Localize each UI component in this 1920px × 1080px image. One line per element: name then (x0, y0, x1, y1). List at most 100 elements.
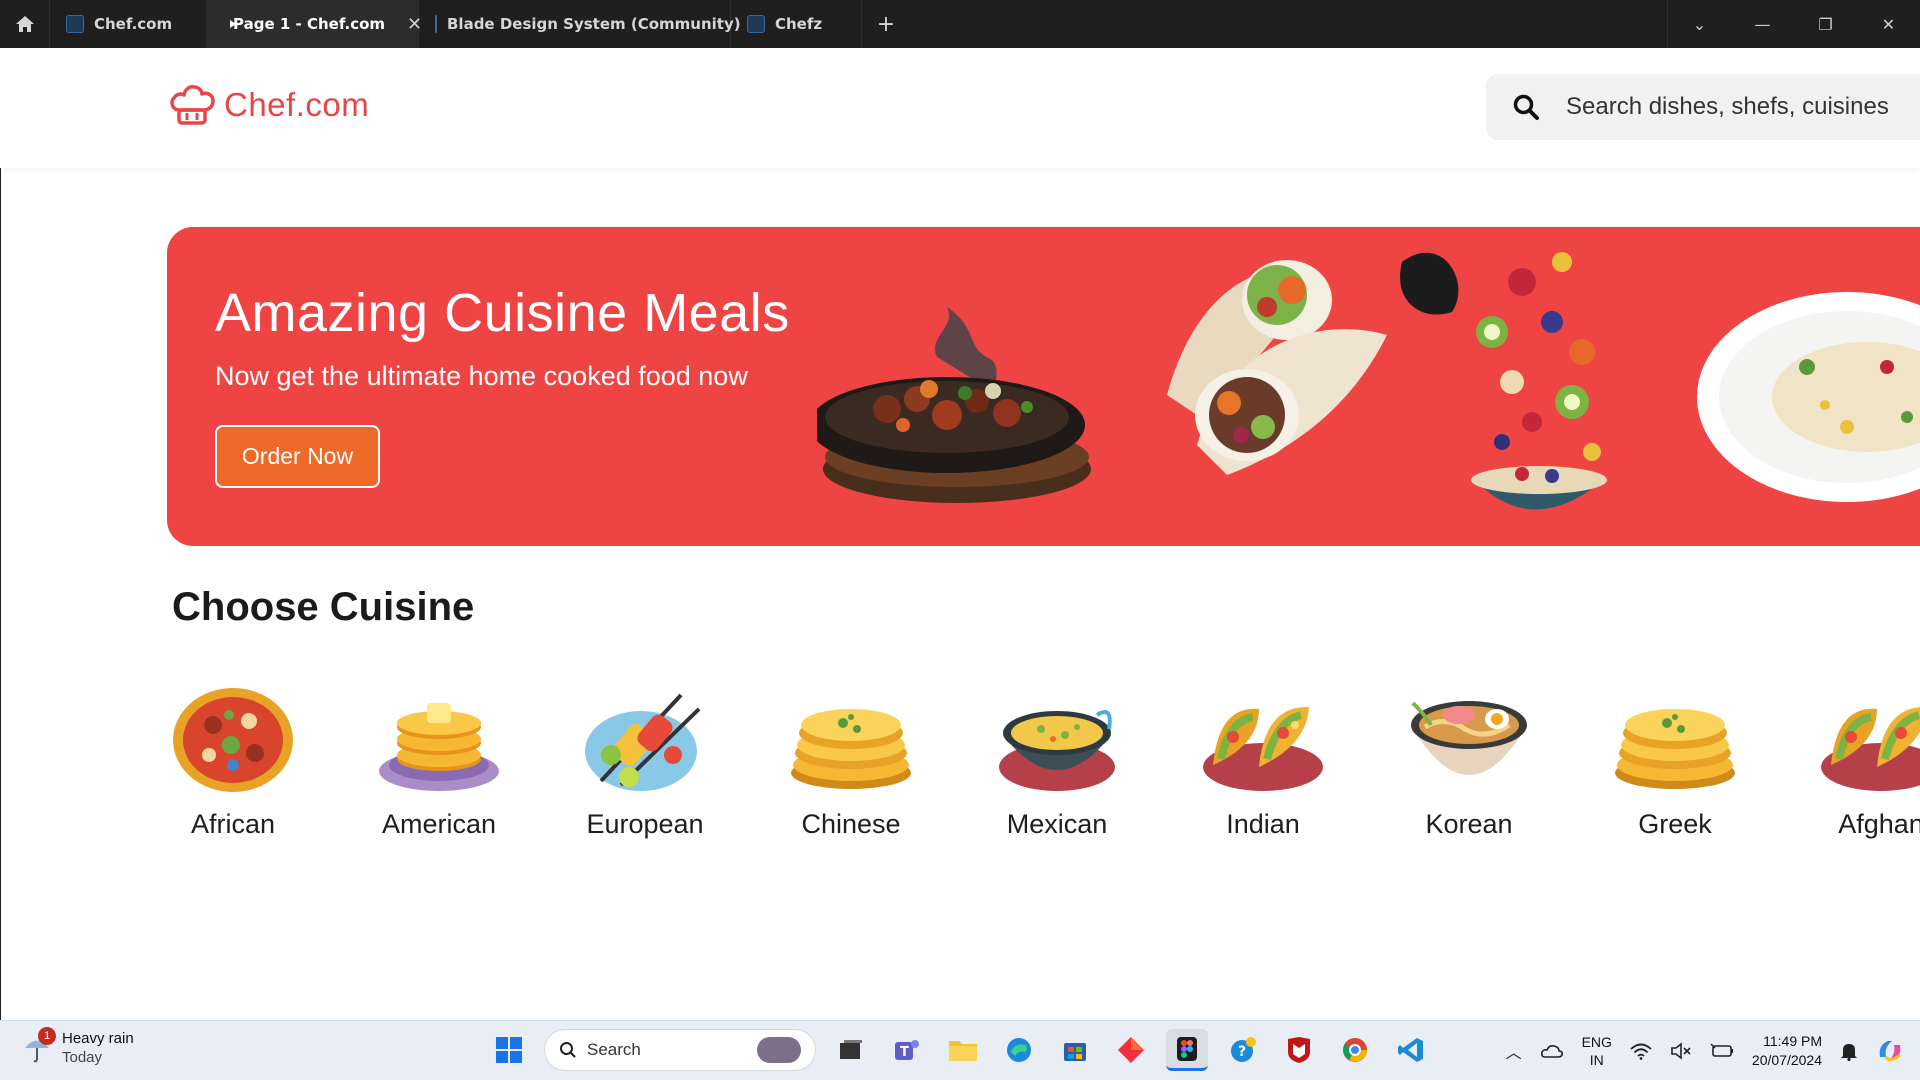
cuisine-list: African American European Chinese Mexica… (166, 685, 1920, 865)
tab-chefz[interactable]: Chefz (731, 0, 862, 48)
pizza-icon (173, 688, 293, 792)
diamond-app-icon (1118, 1037, 1144, 1063)
show-hidden-icons-chevron-icon[interactable]: ︿ (1506, 1039, 1522, 1063)
mcafee-shield-icon (1288, 1037, 1310, 1063)
start-button[interactable] (488, 1029, 530, 1071)
mcafee-button[interactable] (1278, 1029, 1320, 1071)
battery-icon[interactable] (1710, 1043, 1734, 1059)
logo-text: Chef.com (224, 86, 370, 123)
logo[interactable]: Chef.com (168, 84, 369, 126)
flatbread-icon (791, 709, 911, 789)
speaker-muted-icon[interactable] (1670, 1042, 1692, 1060)
cuisine-item-afghan[interactable]: Afghan (1811, 685, 1920, 840)
cuisine-item-greek[interactable]: Greek (1605, 685, 1745, 840)
app-red-button[interactable] (1110, 1029, 1152, 1071)
hero-title: Amazing Cuisine Meals (215, 283, 790, 343)
figma-icon (1177, 1036, 1197, 1061)
cuisine-item-european[interactable]: European (575, 685, 715, 840)
cuisine-item-chinese[interactable]: Chinese (781, 685, 921, 840)
store-button[interactable] (1054, 1029, 1096, 1071)
cuisine-item-indian[interactable]: Indian (1193, 685, 1333, 840)
svg-text:T: T (900, 1045, 909, 1060)
notification-bell-icon[interactable] (1840, 1041, 1858, 1061)
teams-icon: T (895, 1040, 919, 1060)
search-input[interactable] (1566, 93, 1920, 121)
search-bar[interactable] (1486, 74, 1920, 140)
restore-button[interactable]: ❐ (1794, 0, 1857, 48)
ramen-icon (1411, 701, 1527, 775)
tab-blade-design-system[interactable]: Blade Design System (Community) (419, 0, 741, 48)
cuisine-label: Indian (1226, 809, 1300, 839)
close-window-button[interactable]: ✕ (1857, 0, 1920, 48)
edge-icon (1007, 1038, 1031, 1062)
browser-tab-bar: Chef.com Page 1 - Chef.com ✕ Blade Desig… (0, 0, 1920, 48)
home-icon (15, 16, 34, 32)
figma-file-icon (66, 15, 84, 33)
cuisine-label: American (381, 809, 497, 839)
region-code: IN (1589, 1052, 1604, 1068)
weather-widget[interactable]: 1 Heavy rain Today (22, 1027, 134, 1067)
home-button[interactable] (0, 0, 50, 48)
site-header: Chef.com (0, 48, 1920, 168)
edge-button[interactable] (998, 1029, 1040, 1071)
file-explorer-button[interactable] (942, 1029, 984, 1071)
tacos-icon (1203, 706, 1323, 791)
language-code: ENG (1581, 1034, 1612, 1050)
cuisine-label: Afghan (1838, 809, 1920, 839)
wrap-burrito-image (1167, 260, 1387, 475)
cuisine-label: Greek (1638, 809, 1712, 839)
pancakes-icon (379, 703, 499, 791)
tab-chef-com[interactable]: Chef.com (50, 0, 207, 48)
cuisine-label: Korean (1425, 809, 1513, 839)
cuisine-label: Mexican (1006, 809, 1108, 839)
folder-icon (949, 1041, 977, 1061)
language-indicator[interactable]: ENG IN (1582, 1033, 1612, 1069)
hero-banner: Amazing Cuisine Meals Now get the ultima… (167, 227, 1920, 546)
vscode-button[interactable] (1390, 1029, 1432, 1071)
system-tray: ︿ ENG IN 11:49 PM 20/07/2024 (1506, 1021, 1920, 1080)
taskbar-search[interactable]: Search (544, 1029, 816, 1071)
chef-hat-icon (170, 85, 215, 125)
minimize-button[interactable]: — (1731, 0, 1794, 48)
rice-plate-image (1697, 292, 1920, 502)
cuisine-item-african[interactable]: African (166, 685, 303, 840)
vscode-icon (1398, 1038, 1423, 1062)
clock-time: 11:49 PM (1763, 1033, 1822, 1049)
skillet-dish-image (817, 307, 1091, 503)
order-now-button[interactable]: Order Now (215, 425, 380, 488)
tab-label: Chef.com (94, 15, 173, 33)
cuisine-label: African (190, 809, 276, 839)
svg-text:?: ? (1238, 1044, 1246, 1060)
teams-button[interactable]: T (886, 1029, 928, 1071)
figma-file-icon (435, 15, 437, 33)
chrome-button[interactable] (1334, 1029, 1376, 1071)
windows-taskbar: 1 Heavy rain Today Search T ? ︿ ENG IN 1… (0, 1020, 1920, 1080)
search-highlight-icon (757, 1037, 801, 1063)
figma-button[interactable] (1166, 1029, 1208, 1071)
page-border (0, 168, 1, 1020)
cuisine-label: European (586, 809, 704, 839)
fruit-splash-bowl-image (1400, 252, 1607, 510)
notification-badge: 1 (38, 1027, 56, 1045)
hero-subtitle: Now get the ultimate home cooked food no… (215, 361, 748, 391)
stew-pot-icon (999, 710, 1115, 791)
cuisine-item-mexican[interactable]: Mexican (987, 685, 1127, 840)
cuisine-item-american[interactable]: American (369, 685, 509, 840)
weather-subtitle: Today (62, 1049, 103, 1066)
task-view-icon (840, 1040, 862, 1059)
task-view-button[interactable] (830, 1029, 872, 1071)
tab-label: Page 1 - Chef.com (233, 15, 386, 33)
onedrive-cloud-icon[interactable] (1540, 1043, 1564, 1059)
search-icon (1486, 93, 1566, 121)
cuisine-item-korean[interactable]: Korean (1399, 685, 1539, 840)
new-tab-button[interactable]: + (862, 0, 910, 48)
skewers-icon (585, 693, 701, 791)
tab-list-chevron-icon[interactable]: ⌄ (1668, 0, 1731, 48)
copilot-icon[interactable] (1876, 1037, 1904, 1065)
windows-logo-icon (496, 1037, 522, 1063)
wifi-icon[interactable] (1630, 1042, 1652, 1060)
clock[interactable]: 11:49 PM 20/07/2024 (1752, 1032, 1822, 1070)
choose-cuisine-heading: Choose Cuisine (172, 585, 475, 629)
help-button[interactable]: ? (1222, 1029, 1264, 1071)
tab-page-1-chef-com[interactable]: Page 1 - Chef.com ✕ (207, 0, 422, 48)
